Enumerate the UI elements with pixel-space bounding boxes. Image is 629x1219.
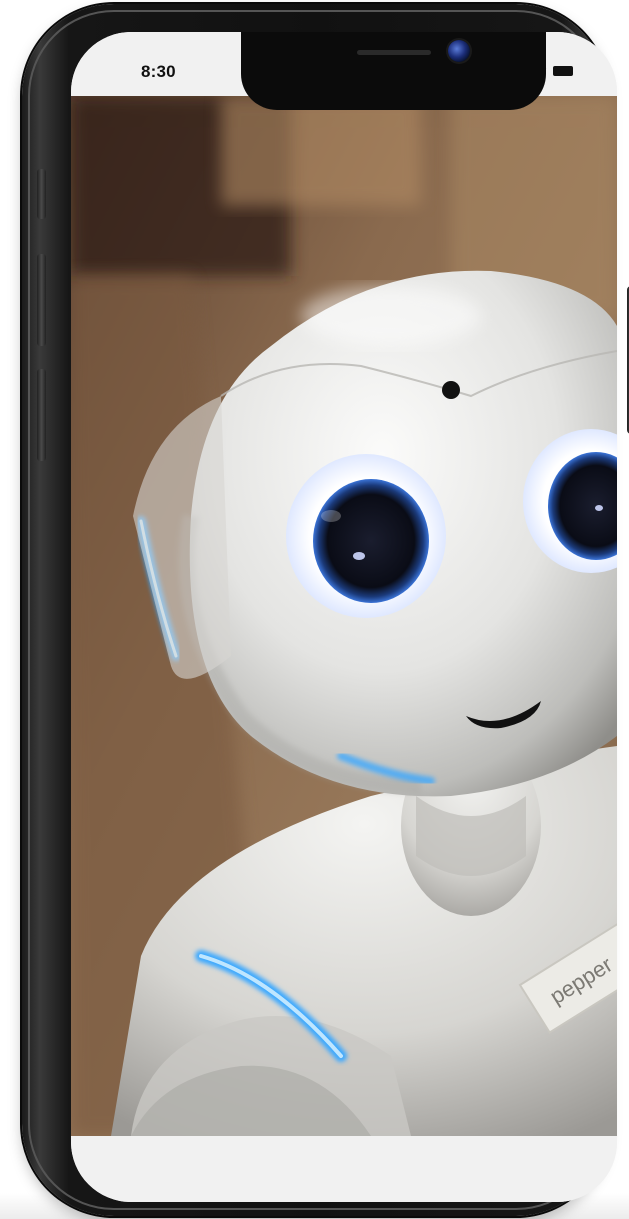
robot-image: pepper	[71, 96, 617, 1136]
phone-screen: 8:30 pepper	[71, 32, 617, 1202]
notch	[241, 32, 546, 110]
phone-mockup: 8:30 pepper	[22, 4, 629, 1216]
status-time: 8:30	[141, 62, 176, 81]
volume-up-button	[37, 254, 46, 346]
front-camera-icon	[448, 40, 470, 62]
battery-icon	[553, 66, 573, 76]
robot-photo: pepper	[71, 96, 617, 1136]
volume-down-button	[37, 369, 46, 461]
silent-switch	[37, 169, 46, 219]
bottom-bar	[71, 1136, 617, 1202]
speaker-grille	[357, 50, 431, 55]
